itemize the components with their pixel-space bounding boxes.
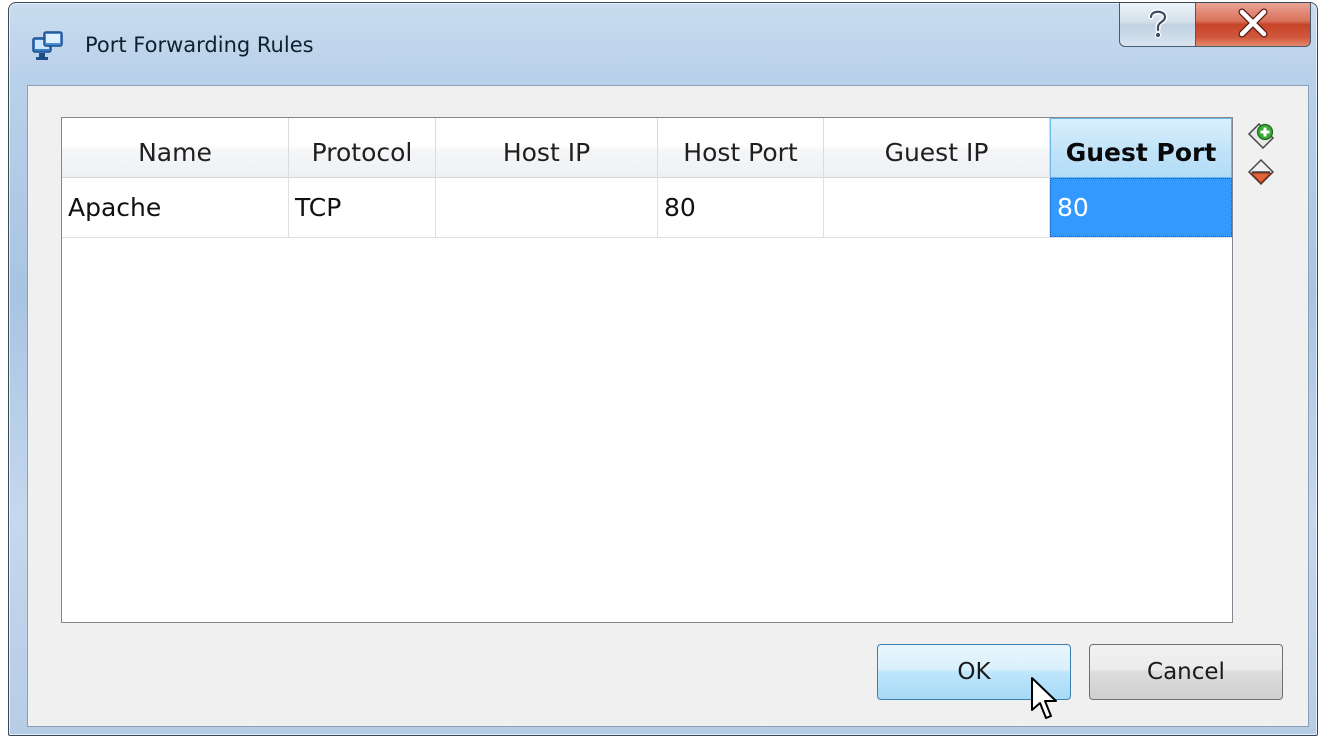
column-header-guest-port[interactable]: Guest Port [1050, 118, 1232, 178]
close-icon [1236, 8, 1270, 42]
rules-table[interactable]: Name Protocol Host IP Host Port Guest IP… [61, 117, 1233, 623]
column-header-protocol[interactable]: Protocol [289, 118, 436, 178]
cell-guest-ip[interactable] [824, 178, 1050, 237]
table-header: Name Protocol Host IP Host Port Guest IP… [62, 118, 1232, 178]
port-forwarding-dialog: Port Forwarding Rules Name Protocol Host… [8, 2, 1318, 736]
title-bar[interactable]: Port Forwarding Rules [9, 3, 1317, 81]
virtualbox-network-icon [31, 29, 65, 63]
dialog-title: Port Forwarding Rules [85, 33, 314, 57]
remove-rule-icon [1246, 157, 1276, 191]
column-header-name[interactable]: Name [62, 118, 289, 178]
cancel-button[interactable]: Cancel [1089, 644, 1283, 700]
column-header-host-port[interactable]: Host Port [658, 118, 824, 178]
dialog-client-area: Name Protocol Host IP Host Port Guest IP… [27, 85, 1309, 727]
table-row[interactable]: Apache TCP 80 80 [62, 178, 1232, 238]
column-header-guest-ip[interactable]: Guest IP [824, 118, 1050, 178]
cell-guest-port[interactable]: 80 [1050, 178, 1232, 237]
remove-rule-button[interactable] [1244, 158, 1278, 190]
column-header-host-ip[interactable]: Host IP [436, 118, 658, 178]
add-rule-button[interactable] [1244, 122, 1278, 154]
help-icon [1143, 6, 1173, 44]
help-button[interactable] [1119, 3, 1195, 47]
close-button[interactable] [1195, 3, 1311, 47]
caption-buttons [1119, 3, 1311, 47]
rule-tools [1244, 122, 1280, 202]
mouse-cursor-icon [1030, 676, 1060, 722]
add-rule-icon [1246, 121, 1276, 155]
cell-protocol[interactable]: TCP [289, 178, 436, 237]
cell-name[interactable]: Apache [62, 178, 289, 237]
cell-host-ip[interactable] [436, 178, 658, 237]
cell-host-port[interactable]: 80 [658, 178, 824, 237]
